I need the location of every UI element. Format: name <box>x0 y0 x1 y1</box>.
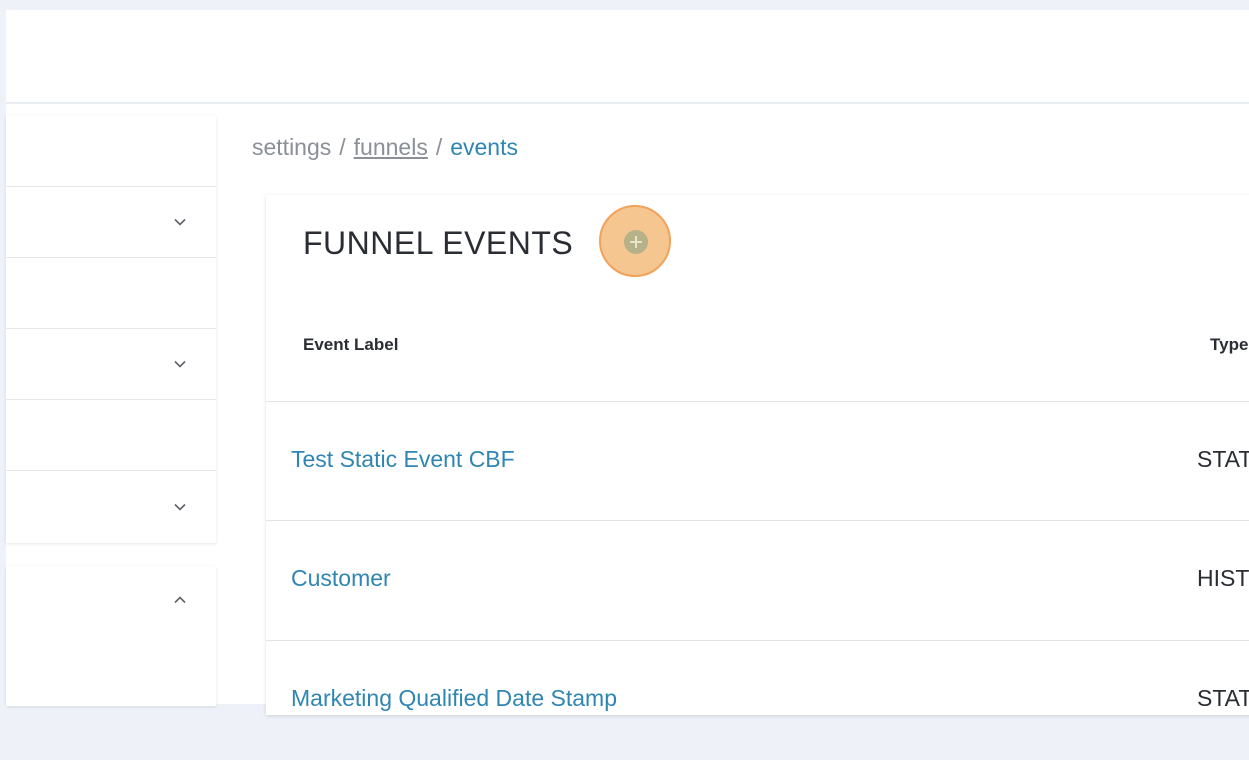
sidebar-item[interactable] <box>6 471 216 543</box>
event-type: HIST <box>1197 565 1249 591</box>
event-type: STAT <box>1197 685 1249 711</box>
funnel-events-card: FUNNEL EVENTS Event Label Type Test Stat… <box>266 195 1249 715</box>
sidebar-item[interactable] <box>6 187 216 258</box>
event-label-link[interactable]: Customer <box>291 565 391 592</box>
breadcrumb-events: events <box>450 134 518 160</box>
table-row: Marketing Qualified Date Stamp STAT <box>266 640 1249 760</box>
sidebar-item[interactable] <box>6 116 216 187</box>
event-label-link[interactable]: Marketing Qualified Date Stamp <box>291 685 617 712</box>
column-header-event-label: Event Label <box>303 335 399 354</box>
table-row: Customer HIST <box>266 520 1249 640</box>
sidebar <box>6 116 216 543</box>
sidebar-section <box>6 566 216 706</box>
top-bar <box>6 10 1249 104</box>
event-type: STAT <box>1197 446 1249 472</box>
breadcrumb-settings: settings <box>252 134 332 160</box>
sidebar-item[interactable] <box>6 329 216 400</box>
add-event-button[interactable] <box>599 205 671 277</box>
plus-circle-icon <box>624 230 648 254</box>
breadcrumb: settings / funnels / events <box>252 134 518 161</box>
chevron-down-icon[interactable] <box>174 358 186 370</box>
chevron-up-icon[interactable] <box>174 594 186 606</box>
sidebar-item[interactable] <box>6 258 216 329</box>
event-label-link[interactable]: Test Static Event CBF <box>291 446 515 473</box>
breadcrumb-funnels-link[interactable]: funnels <box>354 134 428 160</box>
column-header-type: Type <box>1210 335 1249 354</box>
page-title: FUNNEL EVENTS <box>303 225 574 261</box>
chevron-down-icon[interactable] <box>174 501 186 513</box>
sidebar-item[interactable] <box>6 400 216 471</box>
chevron-down-icon[interactable] <box>174 216 186 228</box>
breadcrumb-separator: / <box>435 134 443 160</box>
breadcrumb-separator: / <box>339 134 346 160</box>
table-row: Test Static Event CBF STAT <box>266 401 1249 521</box>
